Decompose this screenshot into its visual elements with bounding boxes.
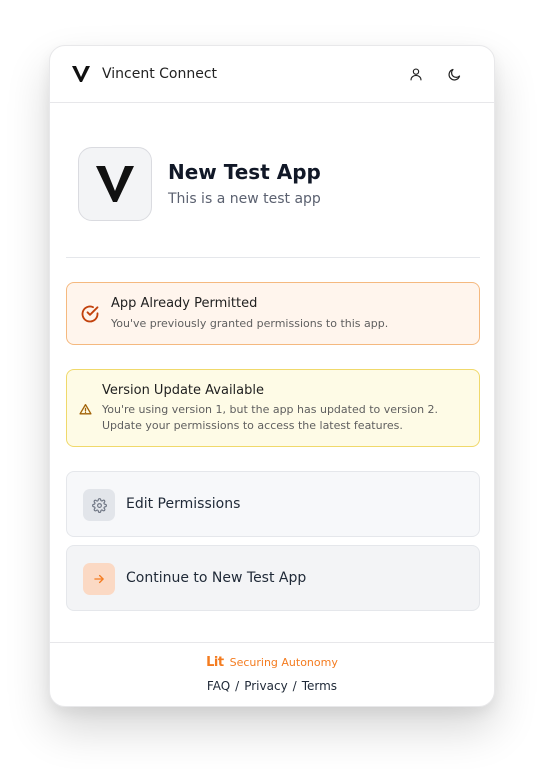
notice-title: Version Update Available [102, 383, 264, 398]
continue-label: Continue to New Test App [126, 570, 307, 586]
vincent-logo-icon [96, 166, 134, 202]
header: Vincent Connect [50, 46, 494, 103]
divider [66, 257, 480, 258]
edit-permissions-label: Edit Permissions [126, 496, 241, 512]
powered-tagline: Securing Autonomy [229, 655, 338, 669]
app-logo [78, 147, 152, 221]
notice-text: You've previously granted permissions to… [111, 317, 389, 330]
notice-text: You're using version 1, but the app has … [102, 403, 439, 432]
footer-divider [50, 642, 494, 643]
link-separator: / [292, 679, 297, 693]
theme-toggle-button[interactable] [444, 64, 464, 84]
notice-already-permitted: App Already Permitted You've previously … [66, 282, 480, 345]
user-icon [410, 68, 422, 81]
connect-card: Vincent Connect New Test App This is a n… [49, 45, 495, 707]
check-circle-icon [79, 303, 101, 325]
terms-link[interactable]: Terms [302, 679, 337, 693]
privacy-link[interactable]: Privacy [244, 679, 287, 693]
lit-logo: Lit [206, 655, 224, 670]
continue-to-app-button[interactable]: Continue to New Test App [66, 545, 480, 611]
arrow-right-icon [83, 563, 115, 595]
moon-icon [447, 68, 460, 81]
footer-links: FAQ / Privacy / Terms [50, 679, 494, 693]
faq-link[interactable]: FAQ [207, 679, 230, 693]
link-separator: / [235, 679, 240, 693]
vincent-logo-icon [72, 66, 90, 82]
powered-by: Lit Securing Autonomy [50, 655, 494, 670]
edit-permissions-button[interactable]: Edit Permissions [66, 471, 480, 537]
warning-triangle-icon [78, 402, 92, 416]
user-button[interactable] [406, 64, 426, 84]
notice-version-update: Version Update Available You're using ve… [66, 369, 480, 447]
gear-icon [83, 489, 115, 521]
notice-title: App Already Permitted [111, 296, 258, 311]
app-description: This is a new test app [168, 191, 321, 207]
brand-name: Vincent Connect [102, 66, 218, 82]
app-name: New Test App [168, 160, 321, 184]
